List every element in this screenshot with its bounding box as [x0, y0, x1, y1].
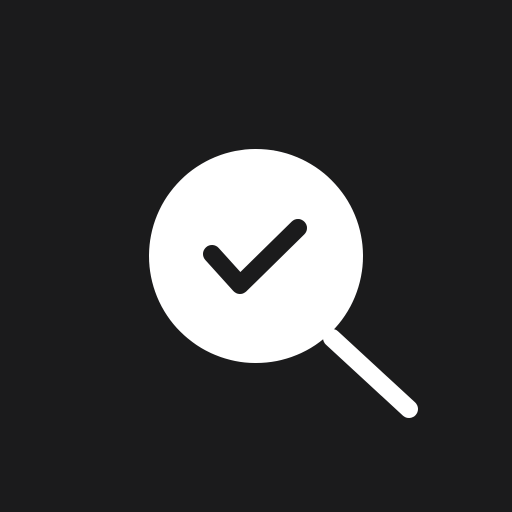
app-icon-canvas: [0, 0, 512, 512]
search-check-icon: [0, 0, 512, 512]
magnifier-lens: [149, 149, 363, 363]
magnifier-handle: [323, 329, 418, 418]
